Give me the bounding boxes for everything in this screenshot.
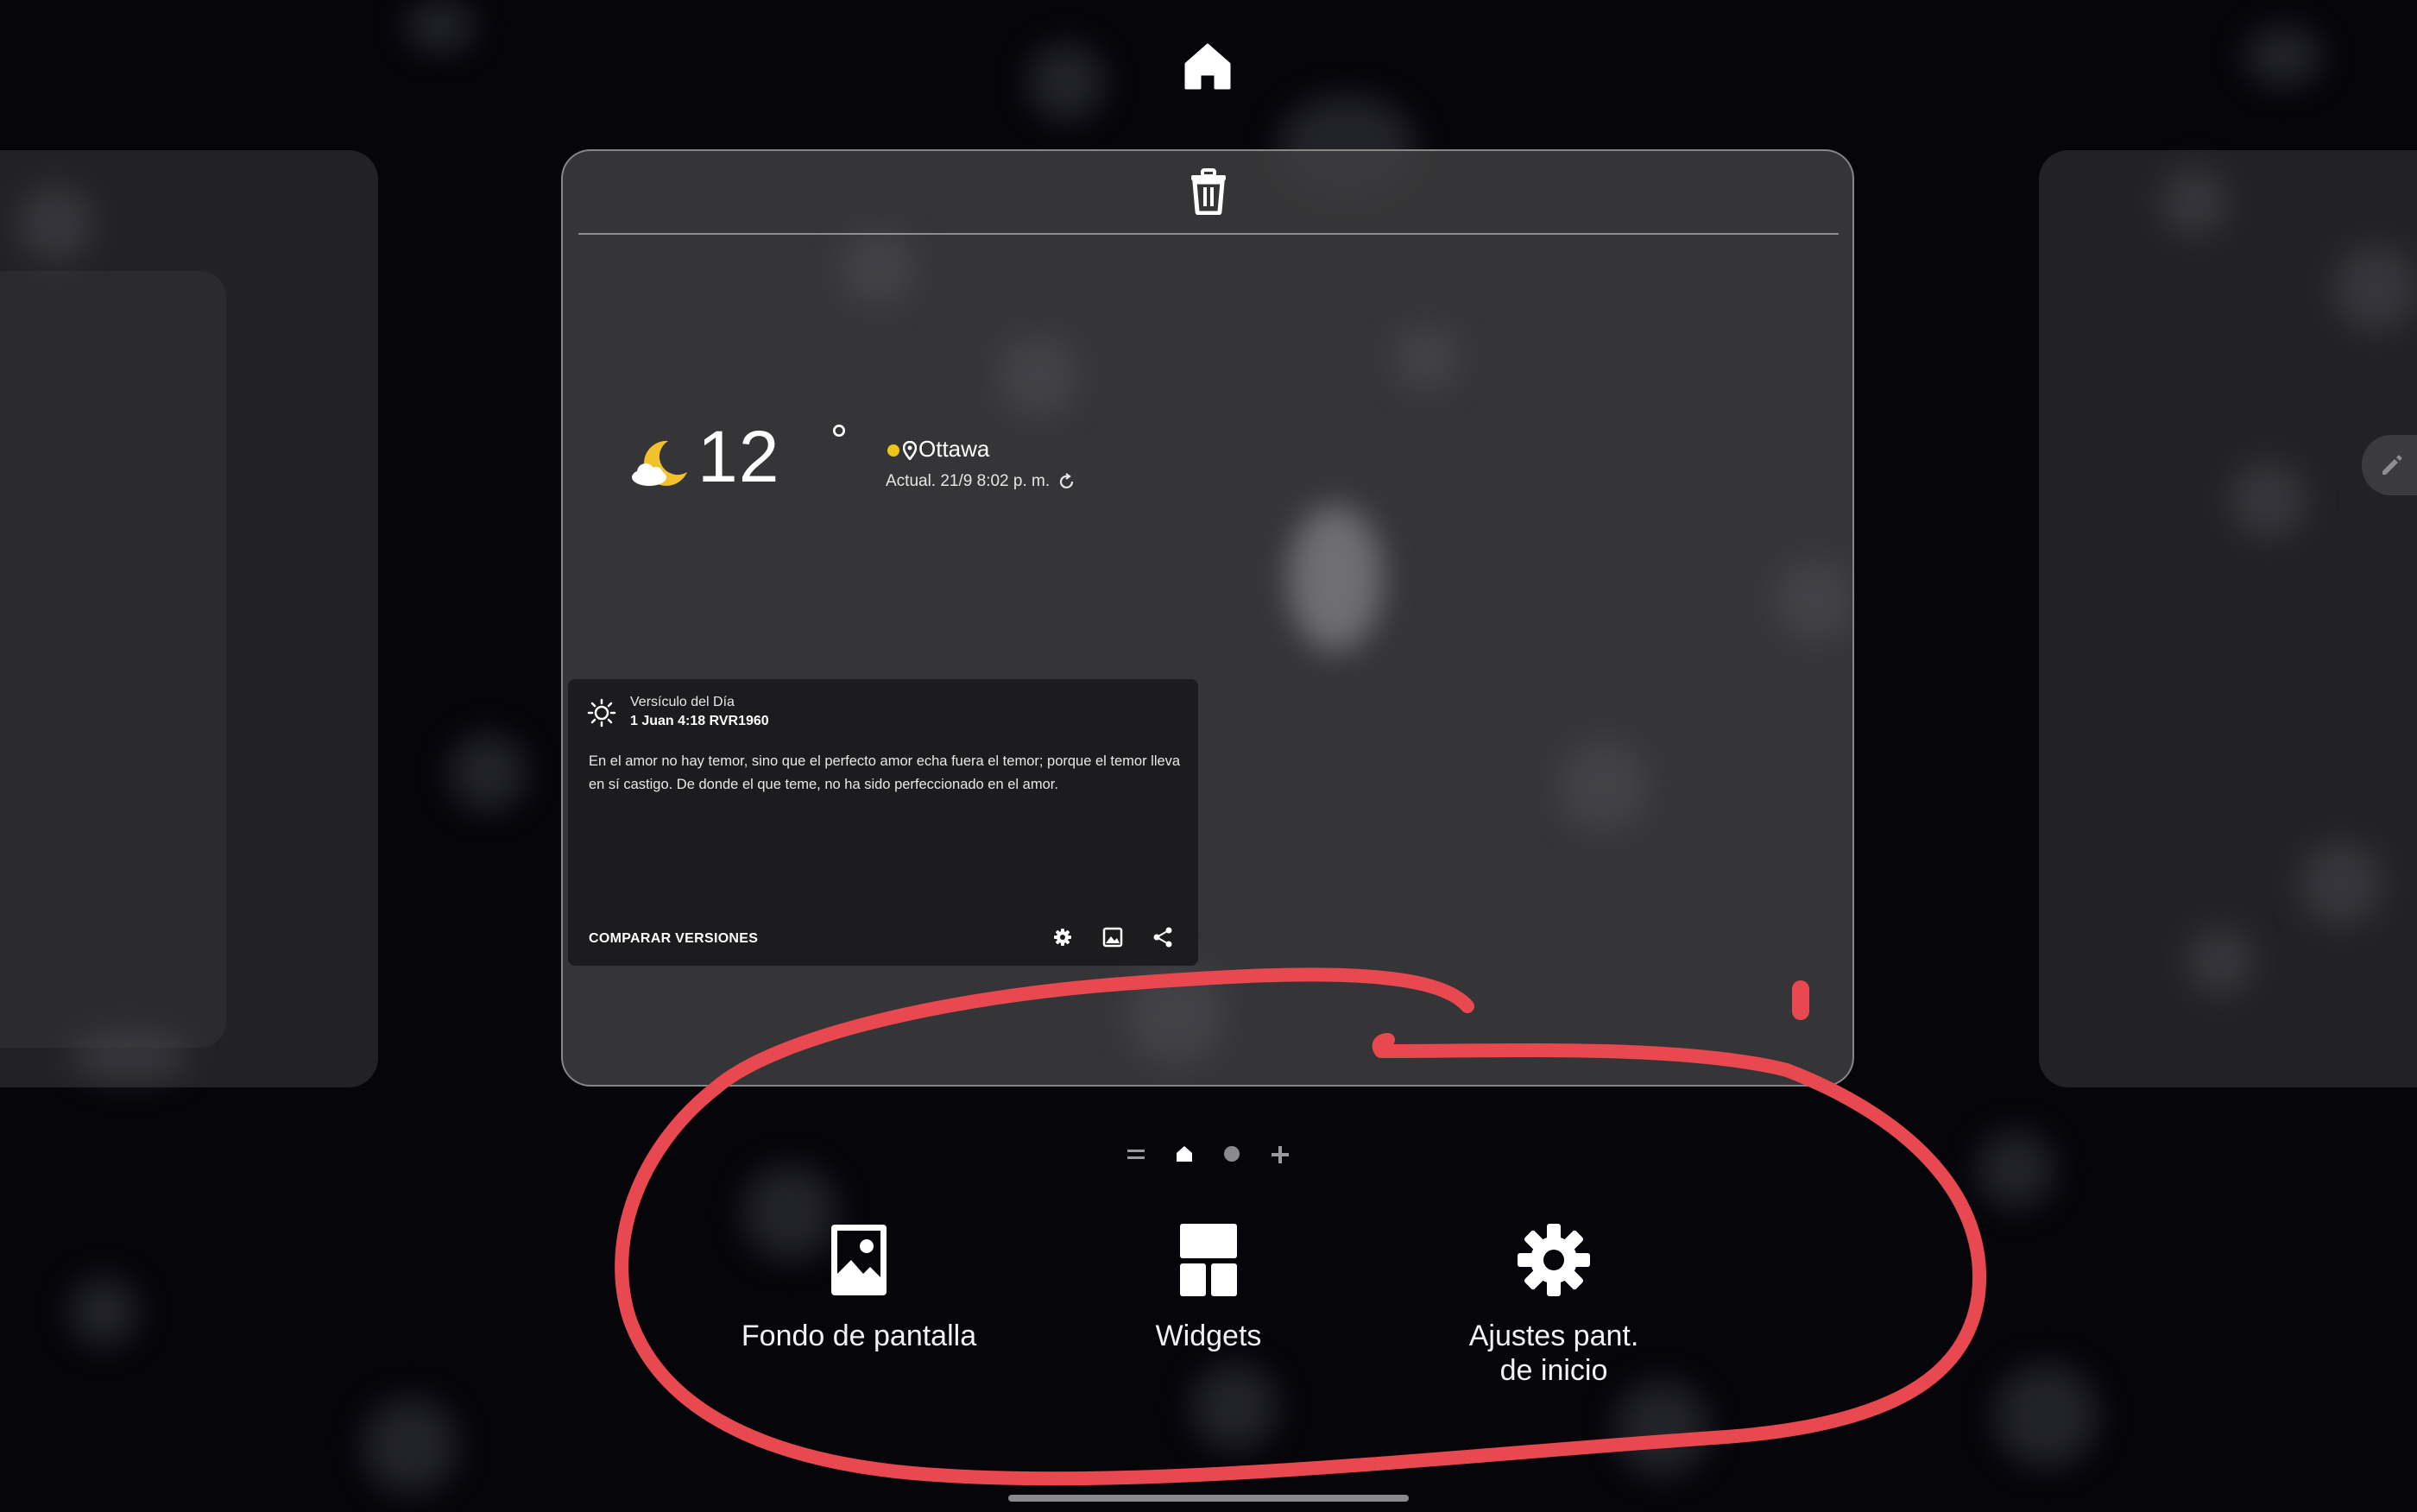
weather-updated-time: Actual. 21/9 8:02 p. m. bbox=[886, 472, 1051, 490]
verse-text: En el amor no hay temor, sino que el per… bbox=[589, 753, 1181, 792]
image-icon[interactable] bbox=[1101, 926, 1124, 948]
degree-symbol: ° bbox=[830, 416, 848, 464]
settings-gear-icon bbox=[1518, 1224, 1590, 1296]
background-bokeh bbox=[1191, 1364, 1278, 1450]
wallpaper-button[interactable]: Fondo de pantalla bbox=[725, 1222, 993, 1353]
background-bokeh bbox=[1124, 962, 1227, 1066]
background-bokeh bbox=[1994, 1364, 2098, 1467]
wallpaper-label: Fondo de pantalla bbox=[741, 1320, 977, 1352]
refresh-icon[interactable] bbox=[1058, 472, 1076, 491]
verse-of-the-day-widget[interactable]: Versículo del Día 1 Juan 4:18 RVR1960 En… bbox=[568, 679, 1198, 966]
page-widget-placeholder bbox=[0, 271, 226, 1048]
background-bokeh bbox=[1556, 738, 1650, 833]
current-home-page-preview[interactable]: 12 ° Ottawa Actual. 21/9 8:02 p. m. Vers… bbox=[561, 149, 1854, 1087]
background-bokeh bbox=[2186, 927, 2255, 996]
background-bokeh bbox=[1392, 324, 1461, 393]
background-bokeh bbox=[1977, 1131, 2054, 1208]
weather-widget[interactable]: 12 ° Ottawa Actual. 21/9 8:02 p. m. bbox=[628, 416, 1074, 513]
background-bokeh bbox=[1614, 1381, 1709, 1476]
page-indicator bbox=[1122, 1141, 1295, 1169]
home-icon[interactable] bbox=[1183, 41, 1233, 91]
background-bokeh bbox=[69, 1277, 138, 1346]
background-bokeh bbox=[69, 1030, 190, 1082]
background-bokeh bbox=[2332, 245, 2417, 331]
background-bokeh bbox=[2298, 841, 2384, 927]
settings-label-line2: de inicio bbox=[1499, 1354, 1608, 1387]
verse-heading: Versículo del Día bbox=[630, 695, 735, 709]
temperature-value: 12 bbox=[697, 416, 780, 497]
header-divider bbox=[578, 233, 1839, 235]
delete-page-trash-icon[interactable] bbox=[1188, 168, 1229, 216]
weather-status-dot bbox=[887, 444, 899, 457]
background-bokeh bbox=[839, 229, 917, 306]
background-bokeh bbox=[1288, 505, 1383, 652]
gear-icon[interactable] bbox=[1051, 926, 1074, 948]
compare-versions-button[interactable]: COMPARAR VERSIONES bbox=[589, 931, 758, 947]
background-bokeh bbox=[2244, 26, 2322, 86]
weather-city: Ottawa bbox=[918, 436, 990, 462]
location-pin-icon bbox=[902, 440, 918, 461]
wallpaper-image-icon bbox=[831, 1225, 887, 1295]
background-bokeh bbox=[1771, 557, 1852, 643]
background-bokeh bbox=[2160, 167, 2229, 236]
gesture-navigation-bar[interactable] bbox=[1008, 1495, 1409, 1502]
previous-page-preview[interactable] bbox=[0, 150, 378, 1087]
page-dot-icon[interactable] bbox=[1223, 1145, 1240, 1167]
settings-label-line1: Ajustes pant. bbox=[1468, 1320, 1639, 1352]
menu-lines-icon[interactable] bbox=[1127, 1147, 1145, 1167]
home-indicator-icon[interactable] bbox=[1176, 1145, 1193, 1167]
background-bokeh bbox=[363, 1398, 458, 1493]
widgets-label: Widgets bbox=[1155, 1320, 1262, 1352]
background-bokeh bbox=[17, 185, 95, 262]
background-bokeh bbox=[406, 0, 475, 52]
widgets-grid-icon bbox=[1180, 1224, 1237, 1296]
edit-pencil-icon[interactable] bbox=[2362, 435, 2417, 495]
moon-cloud-icon bbox=[628, 438, 691, 489]
background-bokeh bbox=[449, 734, 527, 811]
add-page-plus-icon[interactable] bbox=[1271, 1145, 1290, 1169]
background-bokeh bbox=[1027, 43, 1105, 121]
share-icon[interactable] bbox=[1152, 926, 1174, 948]
background-bokeh bbox=[994, 332, 1081, 419]
background-bokeh bbox=[2229, 461, 2307, 539]
home-screen-settings-button[interactable]: Ajustes pant. de inicio bbox=[1424, 1222, 1683, 1388]
next-page-preview[interactable] bbox=[2039, 150, 2417, 1087]
widgets-button[interactable]: Widgets bbox=[1079, 1222, 1338, 1353]
verse-reference: 1 Juan 4:18 RVR1960 bbox=[630, 714, 769, 728]
sun-icon bbox=[587, 698, 616, 728]
